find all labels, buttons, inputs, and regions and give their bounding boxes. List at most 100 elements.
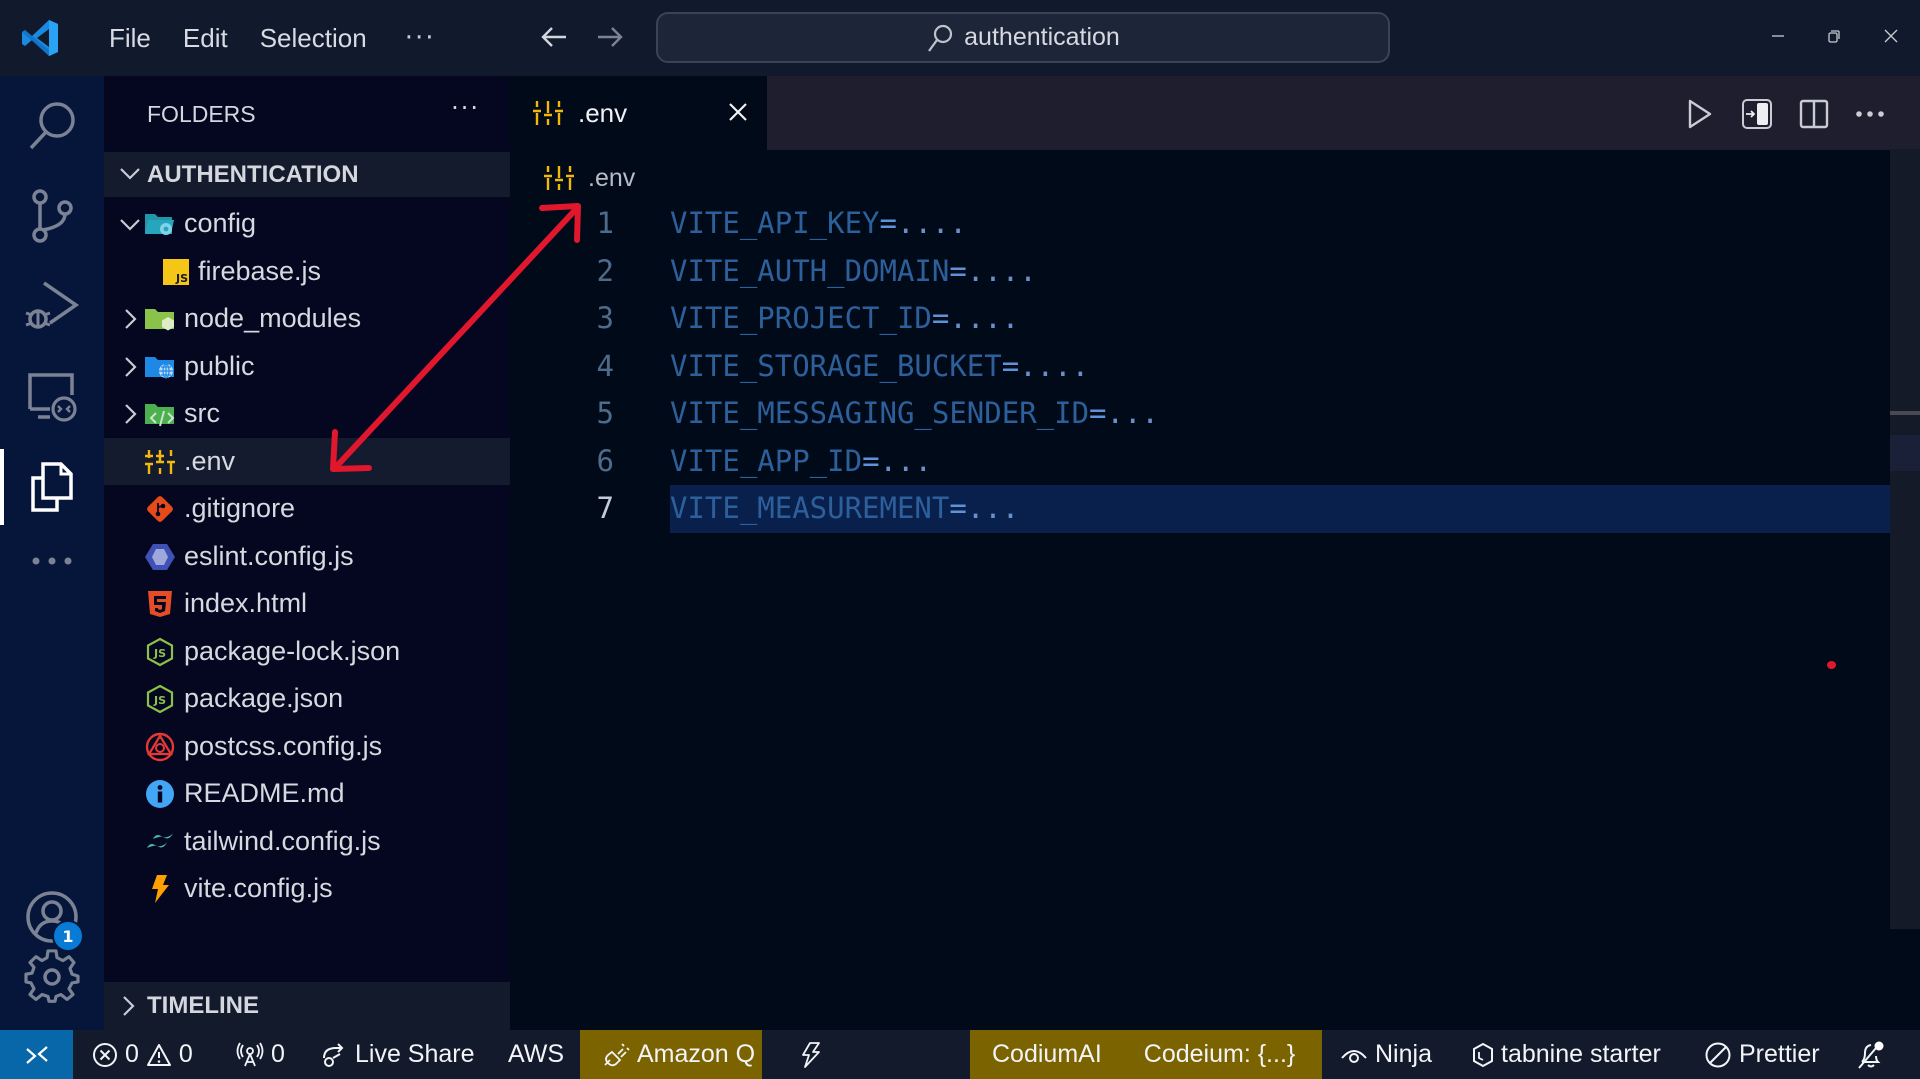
editor-scrollbar[interactable] — [1890, 149, 1920, 929]
tree-item-postcss-config[interactable]: postcss.config.js — [104, 723, 510, 771]
sidebar-more-button[interactable]: ··· — [451, 94, 480, 122]
menu-selection[interactable]: Selection — [244, 23, 383, 54]
tree-item-index-html[interactable]: index.html — [104, 580, 510, 628]
arrow-left-icon — [541, 27, 566, 47]
tab-close-button[interactable] — [722, 96, 754, 130]
postcss-icon — [144, 731, 176, 763]
eye-icon — [1341, 1049, 1367, 1063]
tree-item-config[interactable]: config — [104, 200, 510, 248]
run-button[interactable] — [1678, 92, 1722, 136]
prettier-button[interactable]: Prettier — [1704, 1030, 1820, 1079]
code-line[interactable]: 2 VITE_AUTH_DOMAIN=.... — [510, 248, 1890, 296]
live-share-label: Live Share — [355, 1040, 475, 1068]
code-line[interactable]: 4 VITE_STORAGE_BUCKET=.... — [510, 343, 1890, 391]
tree-item-label: public — [184, 350, 255, 381]
tree-item-label: package-lock.json — [184, 635, 401, 666]
tabnine-label: tabnine starter — [1501, 1040, 1661, 1068]
code-line-current[interactable]: 7 VITE_MEASUREMENT=... — [510, 485, 1890, 533]
code-editor[interactable]: 1 VITE_API_KEY=.... 2 VITE_AUTH_DOMAIN=...… — [510, 200, 1890, 533]
live-share-button[interactable]: Live Share — [320, 1030, 475, 1079]
tree-item-firebase-js[interactable]: JS firebase.js — [104, 248, 510, 296]
workspace-section-header[interactable]: AUTHENTICATION — [104, 152, 510, 197]
breadcrumb[interactable]: .env — [544, 158, 635, 198]
ports-button[interactable]: 0 — [236, 1030, 285, 1079]
code-line[interactable]: 1 VITE_API_KEY=.... — [510, 200, 1890, 248]
tree-item-node-modules[interactable]: node_modules — [104, 295, 510, 343]
tree-item-tailwind-config[interactable]: tailwind.config.js — [104, 818, 510, 866]
svg-text:JS: JS — [153, 694, 166, 707]
tree-item-src[interactable]: src — [104, 390, 510, 438]
tab-bar: .env — [510, 76, 1920, 152]
chevron-right-icon — [125, 309, 137, 329]
activity-more[interactable] — [0, 516, 104, 606]
sidebar-title: FOLDERS — [147, 100, 256, 127]
menu-bar: File Edit Selection ··· — [93, 0, 457, 76]
forward-button[interactable] — [593, 22, 627, 54]
activity-source-control[interactable] — [0, 171, 104, 261]
remote-indicator-button[interactable] — [0, 1030, 73, 1079]
tree-item-package-json[interactable]: JS package.json — [104, 675, 510, 723]
problems-button[interactable]: 0 0 — [92, 1030, 193, 1079]
ninja-label: Ninja — [1375, 1040, 1432, 1068]
chevron-right-icon — [125, 356, 137, 377]
activity-search[interactable] — [0, 81, 104, 171]
env-value: ... — [966, 491, 1020, 525]
javascript-icon: JS — [160, 256, 192, 288]
tree-item-vite-config[interactable]: vite.config.js — [104, 865, 510, 913]
split-editor-button[interactable] — [1792, 92, 1836, 136]
chevron-right-icon — [123, 996, 135, 1016]
code-line[interactable]: 5 VITE_MESSAGING_SENDER_ID=... — [510, 390, 1890, 438]
minimap-current-line — [1890, 435, 1920, 471]
tree-item-label: index.html — [184, 588, 308, 619]
tree-item-readme[interactable]: README.md — [104, 770, 510, 818]
tree-item-env[interactable]: .env — [104, 437, 510, 485]
remote-explorer-icon — [28, 373, 77, 422]
line-number: 4 — [596, 348, 614, 383]
editor-more-button[interactable] — [1848, 92, 1892, 136]
tailwind-icon — [144, 826, 176, 858]
amazon-q-button[interactable]: Amazon Q — [580, 1030, 762, 1079]
codeium-button[interactable]: Codeium: {...} — [1144, 1040, 1295, 1069]
notifications-button[interactable] — [1856, 1030, 1886, 1079]
error-count: 0 — [125, 1040, 139, 1068]
chevron-down-icon — [120, 219, 140, 231]
open-in-side-button[interactable] — [1735, 92, 1779, 136]
bell-dnd-icon — [1858, 1041, 1884, 1069]
env-key: VITE_MEASUREMENT — [670, 491, 950, 525]
tree-item-eslint-config[interactable]: eslint.config.js — [104, 533, 510, 581]
back-button[interactable] — [537, 22, 571, 54]
menu-more-button[interactable]: ··· — [383, 23, 458, 53]
activity-manage[interactable] — [0, 932, 104, 1022]
broadcast-icon — [236, 1042, 264, 1066]
tab-env[interactable]: .env — [510, 76, 767, 152]
activity-remote-explorer[interactable] — [0, 351, 104, 441]
restore-button[interactable] — [1814, 20, 1854, 56]
menu-edit[interactable]: Edit — [167, 23, 244, 54]
tree-item-package-lock-json[interactable]: JS package-lock.json — [104, 628, 510, 676]
info-icon — [144, 778, 176, 810]
menu-file[interactable]: File — [93, 23, 167, 54]
code-line[interactable]: 6 VITE_APP_ID=... — [510, 438, 1890, 486]
tabnine-button[interactable]: tabnine starter — [1472, 1030, 1661, 1079]
ports-count: 0 — [271, 1040, 285, 1068]
command-center-search[interactable]: authentication — [656, 12, 1390, 63]
close-window-button[interactable] — [1871, 20, 1911, 56]
tree-item-public[interactable]: public — [104, 343, 510, 391]
play-icon — [1688, 99, 1712, 129]
warning-count: 0 — [178, 1040, 193, 1068]
timeline-section-header[interactable]: TIMELINE — [104, 982, 510, 1030]
error-icon — [93, 1042, 117, 1067]
ninja-button[interactable]: Ninja — [1340, 1030, 1432, 1079]
minimize-icon — [1772, 35, 1784, 37]
aws-button[interactable]: AWS — [508, 1030, 564, 1079]
code-line[interactable]: 3 VITE_PROJECT_ID=.... — [510, 295, 1890, 343]
vscode-logo-icon — [22, 20, 58, 56]
minimize-button[interactable] — [1758, 20, 1798, 56]
search-text: authentication — [964, 23, 1120, 51]
codiumai-button[interactable]: CodiumAI — [992, 1040, 1102, 1069]
line-number: 5 — [596, 396, 614, 430]
activity-bar: 1 — [0, 76, 104, 1030]
activity-run-debug[interactable] — [0, 261, 104, 351]
tree-item-gitignore[interactable]: .gitignore — [104, 485, 510, 533]
lightning-button[interactable] — [800, 1030, 822, 1079]
